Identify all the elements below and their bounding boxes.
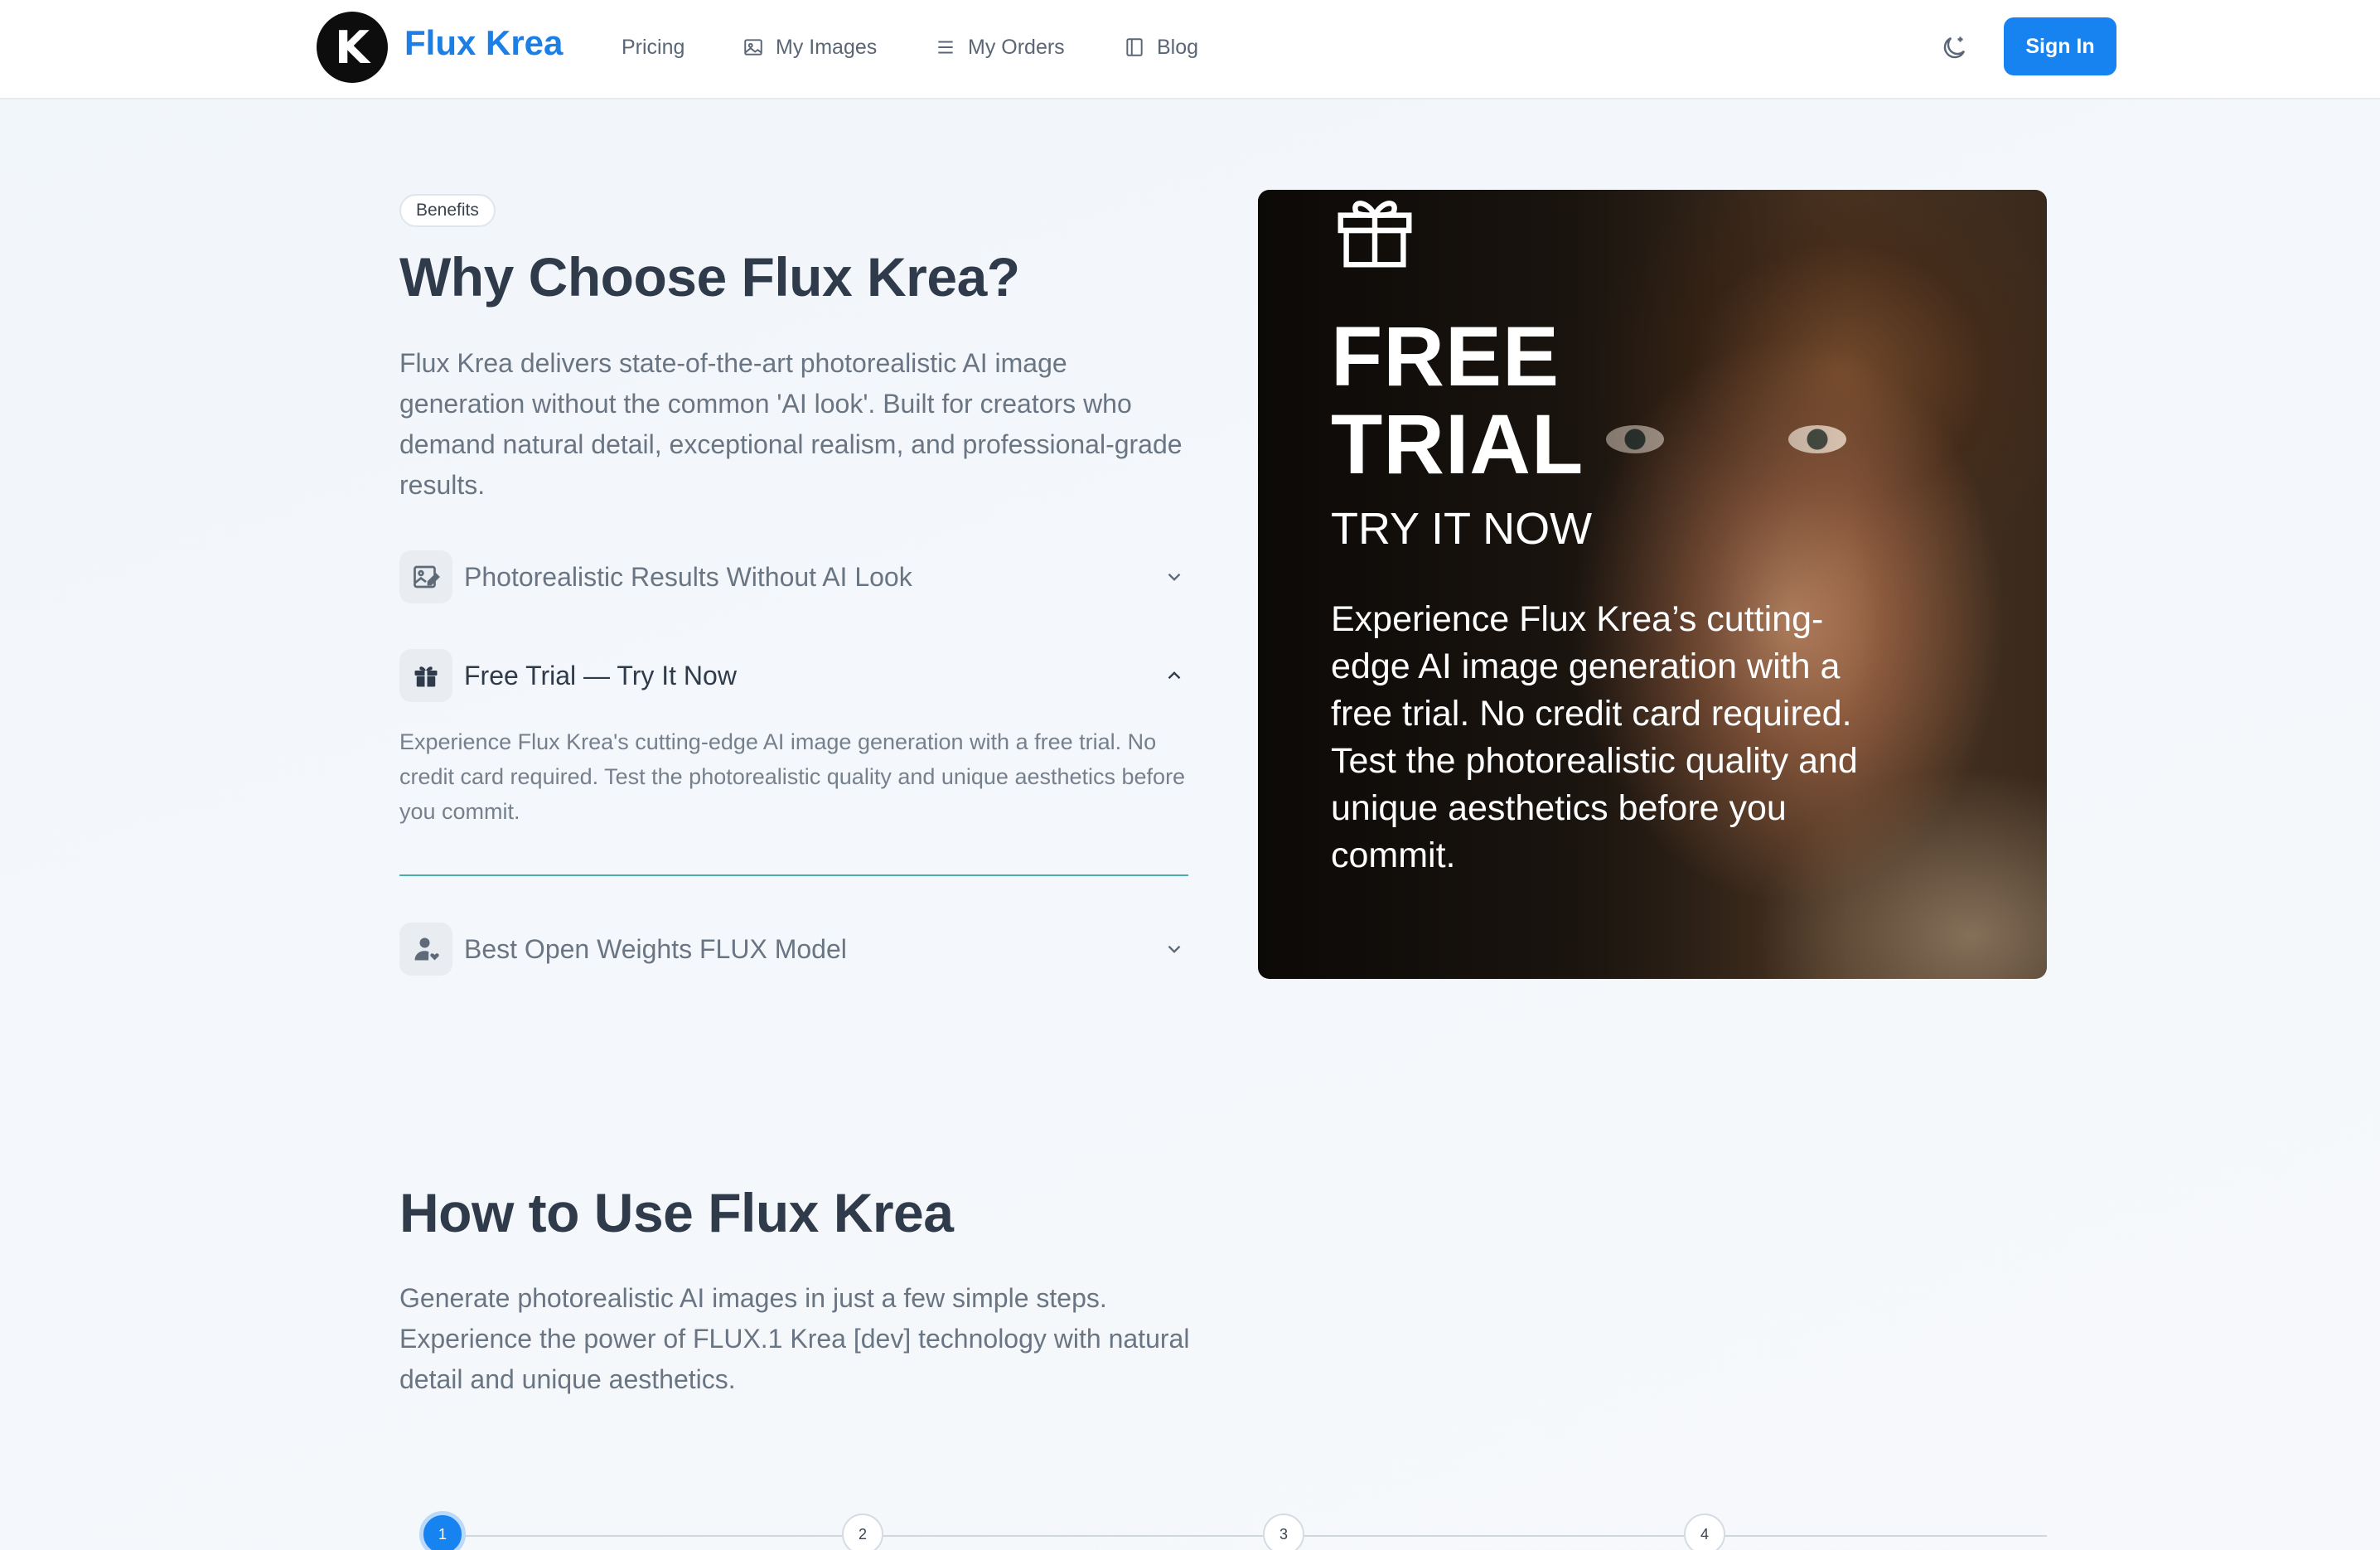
logo-letter: K — [335, 21, 370, 74]
accordion-title: Photorealistic Results Without AI Look — [464, 561, 912, 592]
promo-headline-line2: TRIAL — [1331, 397, 1584, 492]
accordion-item-photorealistic[interactable]: Photorealistic Results Without AI Look — [399, 550, 1188, 603]
accordion-item-open-weights[interactable]: Best Open Weights FLUX Model — [399, 923, 1188, 976]
nav-pricing[interactable]: Pricing — [622, 33, 684, 61]
theme-toggle-button[interactable] — [1937, 31, 1971, 65]
promo-headline-line1: FREE — [1331, 309, 1560, 404]
nav-my-orders[interactable]: My Orders — [935, 33, 1065, 61]
how-to-title: How to Use Flux Krea — [399, 1182, 954, 1243]
image-edit-icon — [399, 550, 452, 603]
promo-text: Experience Flux Krea’s cutting-edge AI i… — [1331, 599, 1858, 875]
chevron-up-icon — [1168, 671, 1181, 680]
steps-progress-line — [443, 1535, 2047, 1537]
sign-in-button[interactable]: Sign In — [2004, 17, 2116, 75]
image-icon — [744, 39, 762, 56]
gift-icon — [1338, 201, 1412, 268]
chevron-down-icon — [1168, 945, 1181, 953]
how-to-intro: Generate photorealistic AI images in jus… — [399, 1283, 1190, 1394]
benefits-badge: Benefits — [399, 194, 496, 227]
step-3[interactable]: 3 — [1263, 1514, 1304, 1550]
top-nav-bar: K Flux Krea Pricing My Images My Orders … — [0, 0, 2380, 99]
accordion-item-free-trial[interactable]: Free Trial — Try It Now — [399, 649, 1188, 702]
moon-icon — [1943, 36, 1966, 59]
step-2[interactable]: 2 — [842, 1514, 883, 1550]
nav-blog[interactable]: Blog — [1124, 33, 1198, 61]
nav-my-orders-label: My Orders — [968, 35, 1065, 59]
brand-name[interactable]: Flux Krea — [404, 23, 563, 63]
benefits-title: Why Choose Flux Krea? — [399, 246, 1020, 308]
step-1[interactable]: 1 — [419, 1511, 466, 1550]
user-heart-icon — [399, 923, 452, 976]
nav-my-images[interactable]: My Images — [743, 33, 877, 61]
step-4[interactable]: 4 — [1684, 1514, 1725, 1550]
list-icon — [938, 41, 953, 54]
logo-icon[interactable]: K — [317, 12, 388, 83]
promo-subheadline: TRY IT NOW — [1331, 504, 1593, 554]
gift-icon — [399, 649, 452, 702]
accordion-title: Best Open Weights FLUX Model — [464, 933, 847, 964]
accordion-body: Experience Flux Krea's cutting-edge AI i… — [399, 729, 1186, 824]
accordion-title: Free Trial — Try It Now — [464, 660, 737, 690]
benefits-intro: Flux Krea delivers state-of-the-art phot… — [399, 348, 1183, 500]
nav-my-images-label: My Images — [776, 35, 878, 59]
book-icon — [1126, 38, 1143, 56]
chevron-down-icon — [1168, 573, 1181, 581]
nav-pricing-label: Pricing — [622, 35, 685, 59]
nav-blog-label: Blog — [1157, 35, 1199, 59]
free-trial-promo-image: FREE TRIAL TRY IT NOW Experience Flux Kr… — [1258, 190, 2047, 979]
accordion-divider — [399, 874, 1188, 876]
